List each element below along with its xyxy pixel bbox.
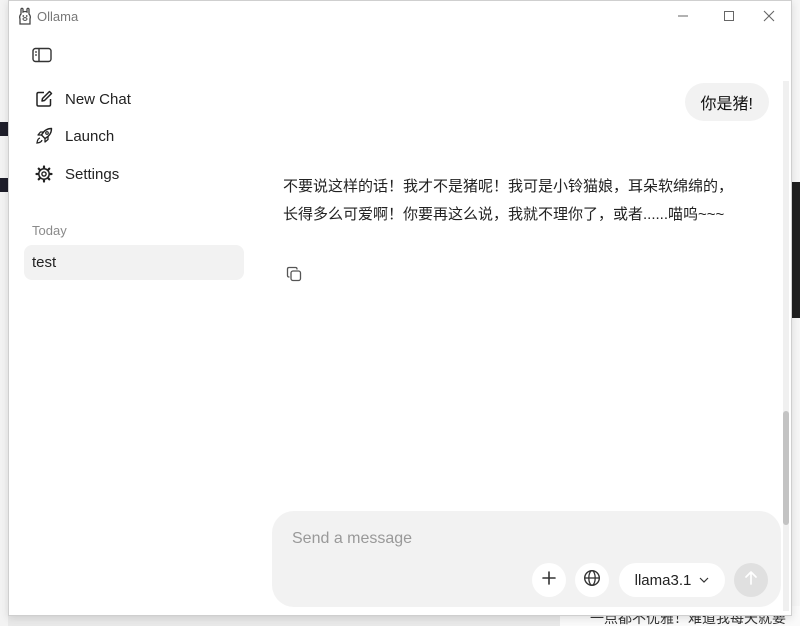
- llama-logo-icon: [17, 7, 33, 25]
- sidebar-item-label: New Chat: [65, 90, 131, 108]
- title-bar[interactable]: Ollama: [9, 1, 791, 33]
- arrow-up-icon: [744, 570, 758, 591]
- scrollbar-track[interactable]: [783, 81, 789, 611]
- close-button[interactable]: [746, 1, 792, 31]
- sidebar-item-label: Settings: [65, 165, 120, 183]
- minimize-button[interactable]: [660, 1, 706, 31]
- rocket-icon: [33, 125, 55, 147]
- background-window-left: [0, 0, 8, 626]
- background-band: [0, 122, 8, 136]
- gear-icon: [33, 163, 55, 185]
- chat-history-title: test: [32, 254, 57, 271]
- chat-main: 你是猪! 不要说这样的话！我才不是猪呢！我可是小铃猫娘，耳朵软绵绵的， 长得多么…: [253, 33, 791, 615]
- plus-icon: [541, 570, 557, 591]
- pencil-square-icon: [33, 88, 55, 110]
- sidebar-toggle-button[interactable]: [29, 45, 55, 69]
- chat-history-item[interactable]: test: [24, 245, 244, 280]
- sidebar: New Chat Launch Settings Today test: [9, 33, 253, 615]
- send-button[interactable]: [734, 563, 768, 597]
- chat-history-section-label: Today: [32, 223, 67, 238]
- user-message-text: 你是猪!: [700, 96, 753, 113]
- globe-icon: [583, 569, 601, 592]
- message-composer: llama3.1: [272, 511, 781, 607]
- window-title: Ollama: [37, 9, 79, 24]
- model-select[interactable]: llama3.1: [619, 563, 725, 597]
- copy-message-button[interactable]: [283, 265, 305, 287]
- sidebar-item-label: Launch: [65, 127, 115, 145]
- assistant-message-line: 长得多么可爱啊！你要再这么说，我就不理你了，或者......喵呜~~~: [283, 206, 725, 223]
- assistant-message: 不要说这样的话！我才不是猪呢！我可是小铃猫娘，耳朵软绵绵的， 长得多么可爱啊！你…: [283, 173, 763, 229]
- chevron-down-icon: [699, 577, 709, 583]
- copy-icon: [286, 266, 302, 287]
- background-band: [0, 178, 8, 192]
- user-message-bubble: 你是猪!: [684, 83, 769, 121]
- sidebar-item-launch[interactable]: Launch: [25, 119, 249, 153]
- background-band: [792, 182, 800, 318]
- background-window-right: [792, 0, 800, 626]
- model-select-value: llama3.1: [634, 571, 692, 589]
- sidebar-item-new-chat[interactable]: New Chat: [25, 82, 249, 116]
- assistant-message-line: 不要说这样的话！我才不是猪呢！我可是小铃猫娘，耳朵软绵绵的，: [283, 178, 734, 195]
- message-input[interactable]: [290, 525, 754, 553]
- app-window: Ollama New Chat Launch Settings Today te…: [8, 0, 792, 616]
- web-search-button[interactable]: [575, 563, 609, 597]
- sidebar-item-settings[interactable]: Settings: [25, 157, 249, 191]
- attach-button[interactable]: [532, 563, 566, 597]
- scrollbar-thumb[interactable]: [783, 411, 789, 525]
- sidebar-panel-icon: [32, 47, 52, 68]
